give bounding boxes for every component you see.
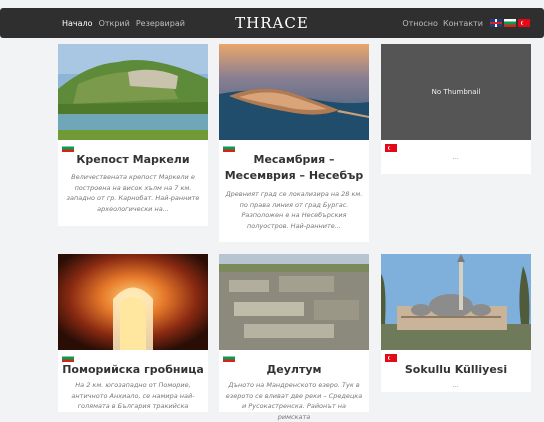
brand-logo[interactable]: THRACE <box>235 14 309 32</box>
card-title[interactable]: Месамбрия – Месемврия – Несебър <box>223 152 365 184</box>
turkey-flag-icon <box>385 144 397 152</box>
card-image[interactable] <box>381 254 531 350</box>
english-flag-icon[interactable] <box>490 19 502 27</box>
card-description: ... <box>452 381 460 389</box>
bulgaria-flag-icon <box>62 144 74 152</box>
nav-reserve-link[interactable]: Резервирай <box>136 19 185 28</box>
top-navbar: Начало Открий Резервирай THRACE Относно … <box>0 8 544 38</box>
place-card[interactable]: Крепост Маркели Величествената крепост М… <box>58 44 208 226</box>
place-card[interactable]: No Thumbnail ... <box>381 44 531 174</box>
card-title[interactable]: Поморийска гробница <box>62 362 204 378</box>
card-description: Древният град се локализира на 28 км. по… <box>225 190 363 230</box>
card-description: На 2 км. югозападно от Поморие, античнот… <box>71 381 195 410</box>
nav-discover-link[interactable]: Открий <box>99 19 130 28</box>
card-title[interactable]: Sokullu Külliyesi <box>385 362 527 378</box>
card-title[interactable]: Крепост Маркели <box>62 152 204 168</box>
language-switcher <box>490 19 530 27</box>
card-image[interactable] <box>58 44 208 140</box>
turkey-flag-icon <box>385 354 397 362</box>
nav-right-links: Относно Контакти <box>402 8 530 38</box>
card-description: Дъното на Мандренското езеро. Тук в езер… <box>225 381 363 421</box>
no-thumbnail-placeholder: No Thumbnail <box>381 44 531 140</box>
nav-left-links: Начало Открий Резервирай <box>62 8 185 38</box>
card-image[interactable] <box>219 44 369 140</box>
place-card[interactable]: Поморийска гробница На 2 км. югозападно … <box>58 254 208 412</box>
bulgaria-flag-icon <box>223 354 235 362</box>
nav-about-link[interactable]: Относно <box>402 19 438 28</box>
bulgaria-flag-icon <box>223 144 235 152</box>
nav-contacts-link[interactable]: Контакти <box>443 19 483 28</box>
card-image[interactable] <box>58 254 208 350</box>
turkish-flag-icon[interactable] <box>518 19 530 27</box>
bulgarian-flag-icon[interactable] <box>504 19 516 27</box>
place-card[interactable]: Деултум Дъното на Мандренското езеро. Ту… <box>219 254 369 421</box>
card-description: Величествената крепост Маркели е построе… <box>66 173 200 213</box>
place-card[interactable]: Месамбрия – Месемврия – Несебър Древният… <box>219 44 369 242</box>
card-image[interactable]: No Thumbnail <box>381 44 531 140</box>
place-card[interactable]: Sokullu Külliyesi ... <box>381 254 531 392</box>
no-thumbnail-label: No Thumbnail <box>431 88 481 96</box>
nav-home-link[interactable]: Начало <box>62 19 93 28</box>
card-description: ... <box>452 153 460 161</box>
card-title[interactable]: Деултум <box>223 362 365 378</box>
card-image[interactable] <box>219 254 369 350</box>
bulgaria-flag-icon <box>62 354 74 362</box>
